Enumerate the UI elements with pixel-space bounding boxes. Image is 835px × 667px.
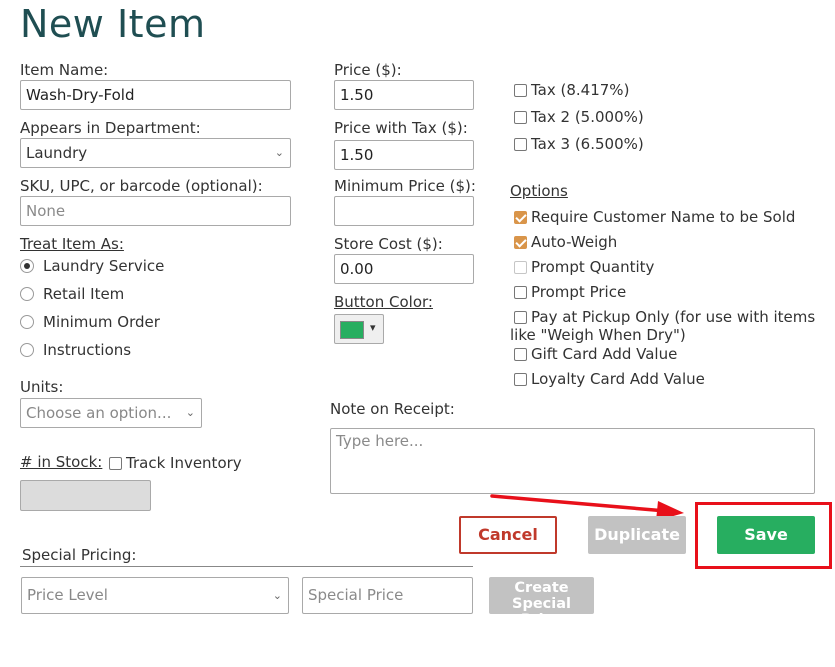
special-price-placeholder: Special Price	[308, 586, 404, 604]
price-level-placeholder: Price Level	[27, 586, 108, 604]
special-price-input[interactable]: Special Price	[302, 577, 473, 614]
radio-instructions[interactable]: Instructions	[20, 341, 131, 359]
create-line-2: Special Price	[512, 596, 571, 628]
option-loyalty-card[interactable]: Loyalty Card Add Value	[514, 370, 705, 388]
price-level-select[interactable]: Price Level ⌄	[21, 577, 289, 614]
option-pay-at-pickup[interactable]: Pay at Pickup Only (for use with items	[514, 308, 815, 326]
track-inventory-label: Track Inventory	[126, 454, 242, 472]
radio-minimum-order[interactable]: Minimum Order	[20, 313, 160, 331]
radio-icon	[20, 315, 34, 329]
checkbox-checked-icon	[514, 211, 527, 224]
item-name-label: Item Name:	[20, 61, 109, 79]
department-label: Appears in Department:	[20, 119, 201, 137]
button-color-picker[interactable]: ▾	[334, 314, 384, 344]
price-label: Price ($):	[334, 61, 402, 79]
radio-icon	[20, 287, 34, 301]
checkbox-icon	[109, 457, 122, 470]
radio-retail-item[interactable]: Retail Item	[20, 285, 124, 303]
checkbox-icon	[514, 111, 527, 124]
tax-1-label: Tax (8.417%)	[531, 81, 630, 99]
special-pricing-label: Special Pricing:	[22, 546, 137, 564]
stock-label: # in Stock:	[20, 453, 103, 471]
button-color-label: Button Color:	[334, 293, 433, 311]
checkbox-icon	[514, 311, 527, 324]
dropdown-arrow-icon: ▾	[370, 321, 376, 334]
sku-placeholder: None	[26, 202, 66, 220]
tax-2-label: Tax 2 (5.000%)	[531, 108, 644, 126]
checkbox-icon	[514, 84, 527, 97]
color-swatch	[340, 321, 364, 339]
item-name-input[interactable]: Wash-Dry-Fold	[20, 80, 291, 110]
option-require-name[interactable]: Require Customer Name to be Sold	[514, 208, 795, 226]
department-value: Laundry	[26, 144, 88, 162]
track-inventory-checkbox[interactable]: Track Inventory	[109, 454, 242, 472]
stock-input[interactable]	[20, 480, 151, 511]
price-tax-value: 1.50	[340, 146, 374, 164]
option-pay-at-pickup-line2: like "Weigh When Dry")	[510, 326, 686, 344]
option-label: Loyalty Card Add Value	[531, 370, 705, 388]
checkbox-checked-icon	[514, 236, 527, 249]
option-label: Require Customer Name to be Sold	[531, 208, 796, 226]
checkbox-icon	[514, 373, 527, 386]
item-name-value: Wash-Dry-Fold	[26, 86, 135, 104]
checkbox-icon	[514, 348, 527, 361]
option-gift-card[interactable]: Gift Card Add Value	[514, 345, 677, 363]
sku-input[interactable]: None	[20, 196, 291, 226]
min-price-input[interactable]	[334, 196, 474, 226]
checkbox-icon	[514, 286, 527, 299]
option-label: Auto-Weigh	[531, 233, 618, 251]
note-placeholder: Type here...	[336, 432, 424, 450]
store-cost-input[interactable]: 0.00	[334, 254, 474, 284]
radio-selected-icon	[20, 259, 34, 273]
tax-1-checkbox[interactable]: Tax (8.417%)	[514, 81, 629, 99]
chevron-down-icon: ⌄	[272, 589, 282, 602]
store-cost-value: 0.00	[340, 260, 374, 278]
option-label: Pay at Pickup Only (for use with items	[531, 308, 816, 326]
note-textarea[interactable]: Type here...	[330, 428, 815, 494]
treat-as-label: Treat Item As:	[20, 235, 124, 253]
create-line-1: Create	[514, 580, 569, 596]
min-price-label: Minimum Price ($):	[334, 177, 476, 195]
options-label: Options	[510, 182, 568, 200]
chevron-down-icon: ⌄	[274, 146, 284, 159]
option-auto-weigh[interactable]: Auto-Weigh	[514, 233, 617, 251]
radio-label: Instructions	[43, 341, 132, 359]
create-special-price-button[interactable]: Create Special Price	[489, 577, 594, 628]
units-placeholder: Choose an option...	[26, 404, 172, 422]
tax-3-checkbox[interactable]: Tax 3 (6.500%)	[514, 135, 644, 153]
radio-laundry-service[interactable]: Laundry Service	[20, 257, 164, 275]
price-tax-label: Price with Tax ($):	[334, 119, 468, 137]
checkbox-icon	[514, 261, 527, 274]
sku-label: SKU, UPC, or barcode (optional):	[20, 177, 263, 195]
price-input[interactable]: 1.50	[334, 80, 474, 110]
units-select[interactable]: Choose an option... ⌄	[20, 398, 202, 428]
department-select[interactable]: Laundry ⌄	[20, 138, 291, 168]
cancel-button[interactable]: Cancel	[459, 516, 557, 554]
option-label: Prompt Price	[531, 283, 627, 301]
price-tax-input[interactable]: 1.50	[334, 140, 474, 170]
radio-icon	[20, 343, 34, 357]
radio-label: Retail Item	[43, 285, 125, 303]
store-cost-label: Store Cost ($):	[334, 235, 443, 253]
tax-2-checkbox[interactable]: Tax 2 (5.000%)	[514, 108, 644, 126]
duplicate-button[interactable]: Duplicate	[588, 516, 686, 554]
price-value: 1.50	[340, 86, 374, 104]
checkbox-icon	[514, 138, 527, 151]
option-prompt-price[interactable]: Prompt Price	[514, 283, 626, 301]
page-title: New Item	[20, 2, 206, 46]
option-prompt-quantity[interactable]: Prompt Quantity	[514, 258, 654, 276]
divider	[20, 566, 473, 567]
radio-label: Minimum Order	[43, 313, 160, 331]
units-label: Units:	[20, 378, 64, 396]
option-label: Gift Card Add Value	[531, 345, 678, 363]
option-label: Prompt Quantity	[531, 258, 655, 276]
chevron-down-icon: ⌄	[185, 406, 195, 419]
radio-label: Laundry Service	[43, 257, 165, 275]
tax-3-label: Tax 3 (6.500%)	[531, 135, 644, 153]
note-label: Note on Receipt:	[330, 400, 455, 418]
save-button[interactable]: Save	[717, 516, 815, 554]
